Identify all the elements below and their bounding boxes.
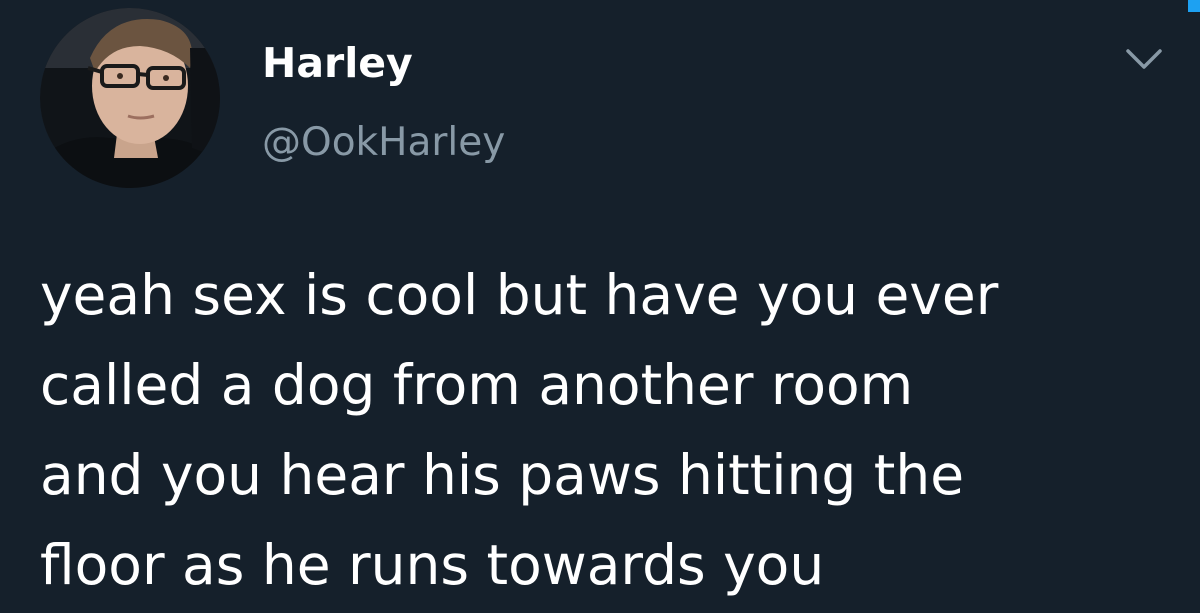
avatar-photo xyxy=(40,8,220,188)
tweet-text-line: yeah sex is cool but have you ever xyxy=(40,263,999,327)
author-name[interactable]: Harley xyxy=(262,38,413,88)
tweet-text-line: and you hear his paws hitting the xyxy=(40,443,965,507)
tweet-text-line: called a dog from another room xyxy=(40,353,914,417)
tweet-text: yeah sex is cool but have you ever calle… xyxy=(40,250,1180,610)
avatar[interactable] xyxy=(40,8,220,188)
author-handle[interactable]: @OokHarley xyxy=(262,118,505,168)
corner-accent xyxy=(1188,0,1200,12)
tweet-text-line: floor as he runs towards you xyxy=(40,533,825,597)
chevron-down-icon[interactable] xyxy=(1124,46,1164,72)
chevron-down-icon-graphic xyxy=(1126,49,1162,69)
tweet-card: Harley @OokHarley yeah sex is cool but h… xyxy=(0,0,1200,613)
